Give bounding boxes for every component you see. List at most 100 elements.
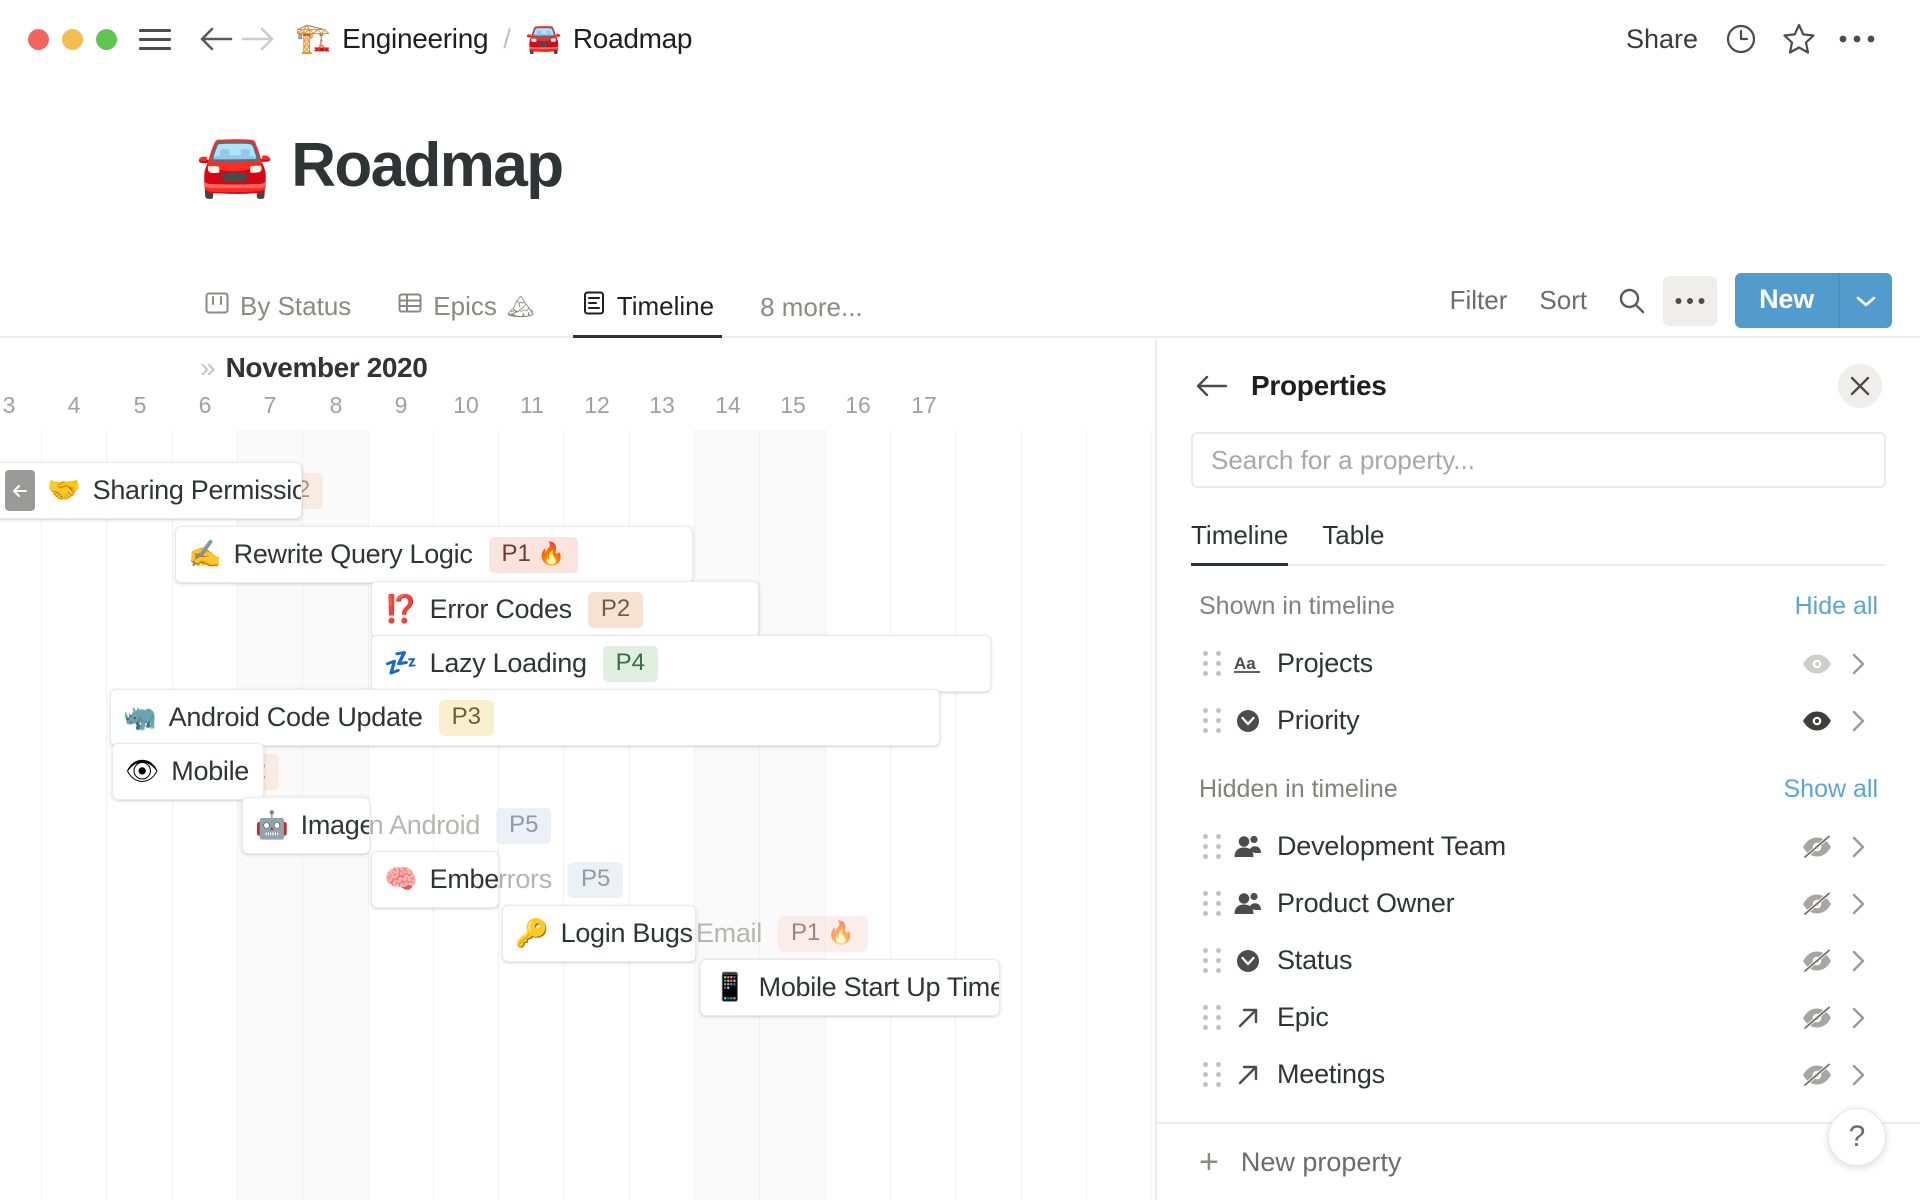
favorite-star-icon[interactable] bbox=[1770, 14, 1828, 64]
property-row[interactable]: Epic bbox=[1191, 989, 1886, 1046]
tab-epics[interactable]: Epics 🏔 bbox=[389, 290, 543, 336]
timeline-bar[interactable]: 🧠 Embed Errors bbox=[371, 851, 499, 908]
tab-timeline[interactable]: Timeline bbox=[572, 290, 723, 338]
timeline-day-ruler: 3 4 5 6 7 8 9 10 11 12 13 14 15 16 17 bbox=[0, 392, 1155, 430]
breadcrumb-item-roadmap[interactable]: 🚘 Roadmap bbox=[526, 23, 693, 55]
chevron-down-icon[interactable] bbox=[1838, 273, 1892, 328]
drag-handle-icon[interactable] bbox=[1199, 708, 1225, 733]
property-row[interactable]: Meetings bbox=[1191, 1046, 1886, 1103]
panel-tab-table[interactable]: Table bbox=[1322, 520, 1384, 564]
text-property-icon: Aa bbox=[1225, 651, 1271, 677]
tab-by-status[interactable]: By Status bbox=[196, 290, 359, 336]
hide-all-button[interactable]: Hide all bbox=[1795, 592, 1878, 621]
panel-tab-timeline[interactable]: Timeline bbox=[1191, 520, 1289, 566]
property-row[interactable]: Aa Projects bbox=[1191, 635, 1886, 692]
timeline-bar[interactable]: ✍️ Rewrite Query Logic P1 🔥 bbox=[175, 526, 693, 583]
new-button[interactable]: New bbox=[1735, 273, 1838, 328]
timeline-bar-emoji: 📱 bbox=[713, 972, 747, 1002]
chevron-right-icon[interactable] bbox=[1840, 834, 1878, 860]
show-all-button[interactable]: Show all bbox=[1784, 775, 1879, 804]
drag-handle-icon[interactable] bbox=[1199, 1005, 1225, 1030]
help-button[interactable]: ? bbox=[1828, 1108, 1886, 1166]
property-row[interactable]: Development Team bbox=[1191, 818, 1886, 875]
chevron-right-icon[interactable] bbox=[1840, 891, 1878, 917]
drag-handle-icon[interactable] bbox=[1199, 1062, 1225, 1087]
close-icon[interactable] bbox=[1838, 364, 1882, 408]
timeline-view: » November 2020 3 4 5 6 7 8 9 10 11 12 13 14 15 16 17 … bbox=[0, 340, 1155, 1200]
share-button[interactable]: Share bbox=[1612, 18, 1712, 61]
chevron-right-icon[interactable] bbox=[1840, 948, 1878, 974]
search-input[interactable] bbox=[1211, 444, 1866, 476]
collapse-chevron-icon[interactable]: » bbox=[200, 352, 215, 384]
chevron-right-icon[interactable] bbox=[1840, 1005, 1878, 1031]
eye-hidden-icon[interactable] bbox=[1794, 834, 1840, 859]
eye-hidden-icon[interactable] bbox=[1794, 948, 1840, 973]
timeline-bar[interactable]: 🔑 Login Bugs on Email bbox=[502, 905, 696, 962]
timeline-column-divider bbox=[171, 430, 173, 1200]
timeline-column-divider bbox=[1085, 430, 1087, 1200]
minimize-window-button[interactable] bbox=[62, 28, 83, 50]
timeline-bar[interactable]: 📱 Mobile Start Up Time bbox=[700, 959, 1000, 1016]
timeline-bar-title: Sharing Permissions bbox=[92, 475, 301, 505]
drag-handle-icon[interactable] bbox=[1199, 891, 1225, 916]
property-row[interactable]: Priority bbox=[1191, 692, 1886, 749]
breadcrumb-item-engineering[interactable]: 🏗️ Engineering bbox=[295, 22, 489, 55]
page-title-text: Roadmap bbox=[291, 131, 564, 200]
timeline-bar[interactable]: 🤖 Images on Android bbox=[242, 797, 370, 854]
eye-visible-icon[interactable] bbox=[1794, 652, 1840, 676]
close-window-button[interactable] bbox=[28, 28, 49, 50]
fire-icon: 🔥 bbox=[537, 540, 566, 566]
search-icon[interactable] bbox=[1605, 276, 1659, 326]
forward-arrow-icon[interactable] bbox=[237, 26, 279, 52]
property-search[interactable] bbox=[1191, 432, 1886, 488]
eye-hidden-icon[interactable] bbox=[1794, 1005, 1840, 1030]
back-arrow-icon[interactable] bbox=[1191, 365, 1233, 407]
timeline-bar[interactable]: ⁉️ Error Codes P2 bbox=[371, 581, 759, 638]
eye-hidden-icon[interactable] bbox=[1794, 1062, 1840, 1087]
timeline-bar-title: Rewrite Query Logic bbox=[233, 539, 473, 569]
chevron-right-icon[interactable] bbox=[1840, 708, 1878, 734]
resize-handle-left-icon[interactable] bbox=[5, 470, 35, 511]
timeline-icon bbox=[581, 290, 607, 323]
priority-badge: P3 bbox=[438, 699, 494, 736]
timeline-bar[interactable]: 🤝 Sharing Permissions bbox=[0, 462, 302, 519]
eye-hidden-icon[interactable] bbox=[1794, 891, 1840, 916]
timeline-day-label: 6 bbox=[198, 392, 212, 418]
timeline-day-label: 3 bbox=[2, 392, 16, 418]
property-row[interactable]: Status bbox=[1191, 932, 1886, 989]
view-more-options-icon[interactable] bbox=[1663, 275, 1718, 326]
timeline-day-label: 11 bbox=[520, 392, 544, 418]
sidebar-toggle-icon[interactable] bbox=[139, 28, 171, 50]
drag-handle-icon[interactable] bbox=[1199, 948, 1225, 973]
eye-visible-icon[interactable] bbox=[1794, 709, 1840, 733]
relation-property-icon bbox=[1225, 1004, 1271, 1032]
timeline-column-divider bbox=[889, 430, 891, 1200]
crane-icon: 🏗️ bbox=[295, 22, 332, 55]
new-button-group: New bbox=[1735, 273, 1892, 328]
chevron-right-icon[interactable] bbox=[1840, 1062, 1878, 1088]
timeline-bar-title: Mobile Start Up Time bbox=[758, 972, 1000, 1002]
filter-button[interactable]: Filter bbox=[1436, 277, 1522, 324]
timeline-bar[interactable]: 👁 Mobile bbox=[112, 743, 264, 800]
sort-button[interactable]: Sort bbox=[1525, 277, 1601, 324]
back-arrow-icon[interactable] bbox=[195, 26, 237, 52]
priority-badge: P2 bbox=[587, 591, 644, 628]
priority-badge: P4 bbox=[602, 645, 659, 682]
timeline-month[interactable]: » November 2020 bbox=[200, 352, 428, 384]
more-views-button[interactable]: 8 more... bbox=[752, 292, 871, 336]
chevron-right-icon[interactable] bbox=[1840, 651, 1878, 677]
new-property-row[interactable]: + New property bbox=[1157, 1122, 1920, 1200]
drag-handle-icon[interactable] bbox=[1199, 834, 1225, 859]
timeline-day-label: 16 bbox=[845, 392, 871, 418]
timeline-bar[interactable]: 🦏 Android Code Update P3 bbox=[110, 689, 940, 746]
more-options-icon[interactable] bbox=[1828, 14, 1886, 64]
select-property-icon bbox=[1225, 947, 1271, 975]
property-row[interactable]: Product Owner bbox=[1191, 875, 1886, 932]
drag-handle-icon[interactable] bbox=[1199, 651, 1225, 676]
timeline-column-divider bbox=[1020, 430, 1022, 1200]
timeline-bar-emoji: 💤 bbox=[384, 648, 418, 678]
maximize-window-button[interactable] bbox=[96, 28, 117, 50]
board-icon bbox=[204, 290, 230, 323]
history-clock-icon[interactable] bbox=[1712, 14, 1770, 64]
timeline-bar[interactable]: 💤 Lazy Loading P4 bbox=[371, 635, 991, 692]
